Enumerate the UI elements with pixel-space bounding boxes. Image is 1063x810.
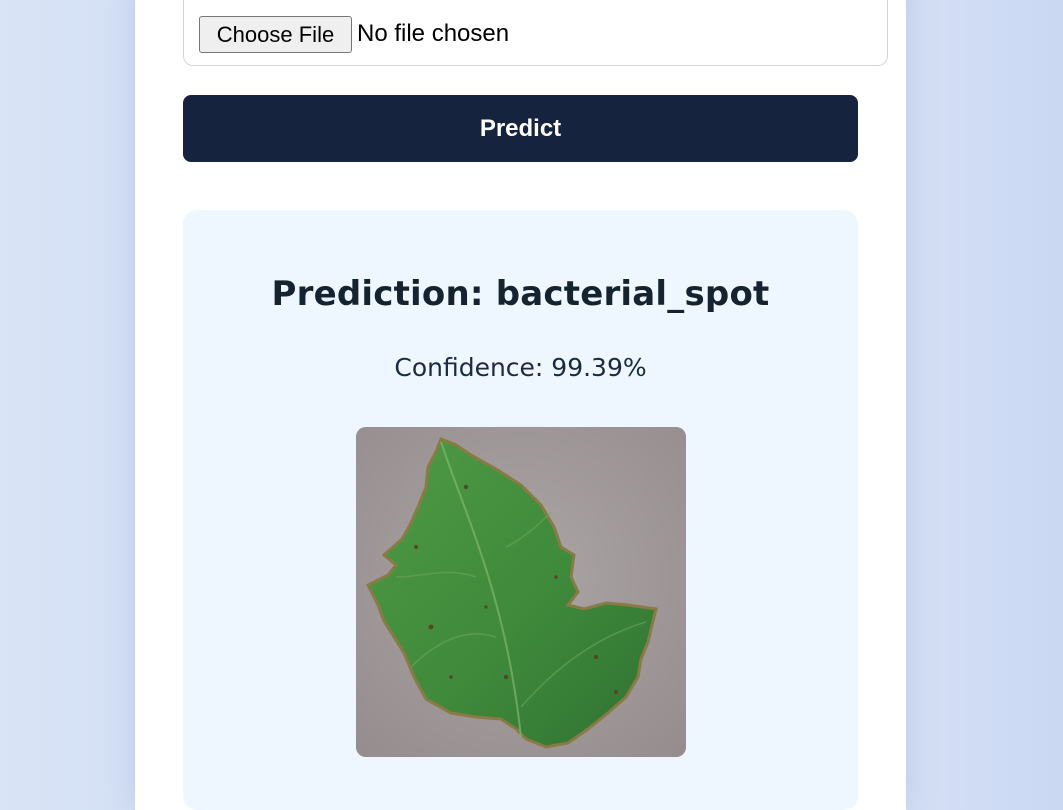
leaf-image (356, 427, 686, 757)
choose-file-button[interactable]: Choose File (199, 16, 352, 53)
file-upload-field[interactable]: Choose File No file chosen (183, 0, 888, 66)
confidence-text: Confidence: 99.39% (394, 353, 647, 382)
predict-button[interactable]: Predict (183, 95, 858, 162)
leaf-illustration (356, 427, 686, 757)
prediction-title: Prediction: bacterial_spot (271, 274, 770, 314)
file-status-text: No file chosen (357, 20, 510, 47)
